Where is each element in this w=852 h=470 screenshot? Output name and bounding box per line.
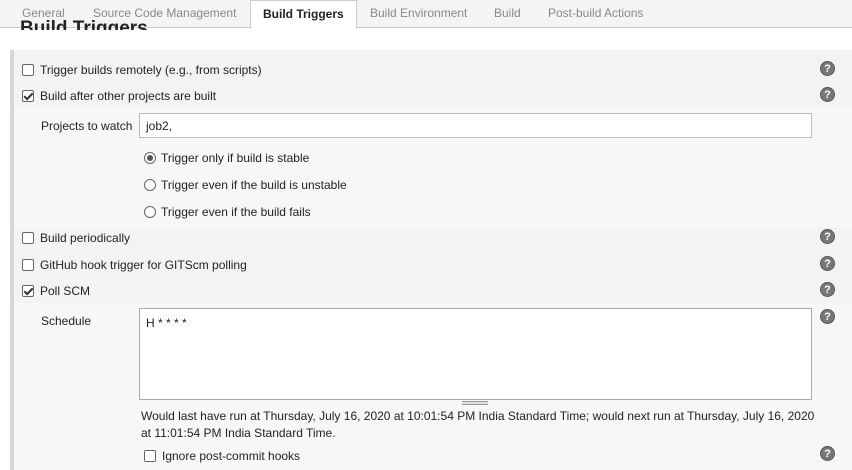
help-icon[interactable]: ? [820, 256, 835, 271]
ignore-post-commit-checkbox[interactable] [144, 450, 156, 462]
trigger-remote-checkbox[interactable] [22, 64, 34, 76]
poll-scm-option[interactable]: Poll SCM [22, 283, 90, 299]
tab-build-environment[interactable]: Build Environment [358, 0, 479, 28]
help-icon[interactable]: ? [820, 229, 835, 244]
schedule-note: Would last have run at Thursday, July 16… [141, 409, 815, 440]
radio-unstable-label: Trigger even if the build is unstable [161, 178, 347, 192]
radio-fails-label: Trigger even if the build fails [161, 205, 311, 219]
help-icon[interactable]: ? [820, 446, 835, 461]
radio-stable[interactable]: Trigger only if build is stable [144, 150, 309, 166]
tab-build-triggers[interactable]: Build Triggers [250, 0, 357, 29]
tab-post-build-actions[interactable]: Post-build Actions [536, 0, 655, 28]
textarea-resize-grip[interactable] [462, 401, 488, 405]
trigger-remote-option[interactable]: Trigger builds remotely (e.g., from scri… [22, 62, 262, 78]
build-after-other-option[interactable]: Build after other projects are built [22, 88, 216, 104]
projects-to-watch-input[interactable]: job2, [139, 113, 812, 138]
build-after-other-label: Build after other projects are built [40, 89, 217, 103]
build-periodically-label: Build periodically [40, 231, 131, 245]
ignore-post-commit-option[interactable]: Ignore post-commit hooks [144, 448, 300, 464]
schedule-textarea[interactable]: H * * * * [139, 308, 812, 400]
tab-build[interactable]: Build [482, 0, 533, 28]
radio-unstable-button[interactable] [144, 179, 156, 191]
ignore-post-commit-label: Ignore post-commit hooks [162, 449, 301, 463]
github-hook-label: GitHub hook trigger for GITScm polling [40, 258, 247, 272]
build-periodically-option[interactable]: Build periodically [22, 230, 130, 246]
help-icon[interactable]: ? [820, 309, 835, 324]
poll-scm-label: Poll SCM [40, 284, 91, 298]
build-after-other-checkbox[interactable] [22, 90, 34, 102]
radio-fails[interactable]: Trigger even if the build fails [144, 204, 311, 220]
help-icon[interactable]: ? [820, 61, 835, 76]
poll-scm-checkbox[interactable] [22, 285, 34, 297]
github-hook-option[interactable]: GitHub hook trigger for GITScm polling [22, 257, 247, 273]
radio-stable-label: Trigger only if build is stable [161, 151, 310, 165]
radio-stable-button[interactable] [144, 152, 156, 164]
radio-fails-button[interactable] [144, 206, 156, 218]
projects-to-watch-label: Projects to watch [41, 119, 133, 133]
schedule-label: Schedule [41, 314, 92, 328]
radio-unstable[interactable]: Trigger even if the build is unstable [144, 177, 347, 193]
section-title: Build Triggers [20, 18, 148, 30]
help-icon[interactable]: ? [820, 87, 835, 102]
build-periodically-checkbox[interactable] [22, 232, 34, 244]
trigger-remote-label: Trigger builds remotely (e.g., from scri… [40, 63, 262, 77]
github-hook-checkbox[interactable] [22, 259, 34, 271]
help-icon[interactable]: ? [820, 282, 835, 297]
